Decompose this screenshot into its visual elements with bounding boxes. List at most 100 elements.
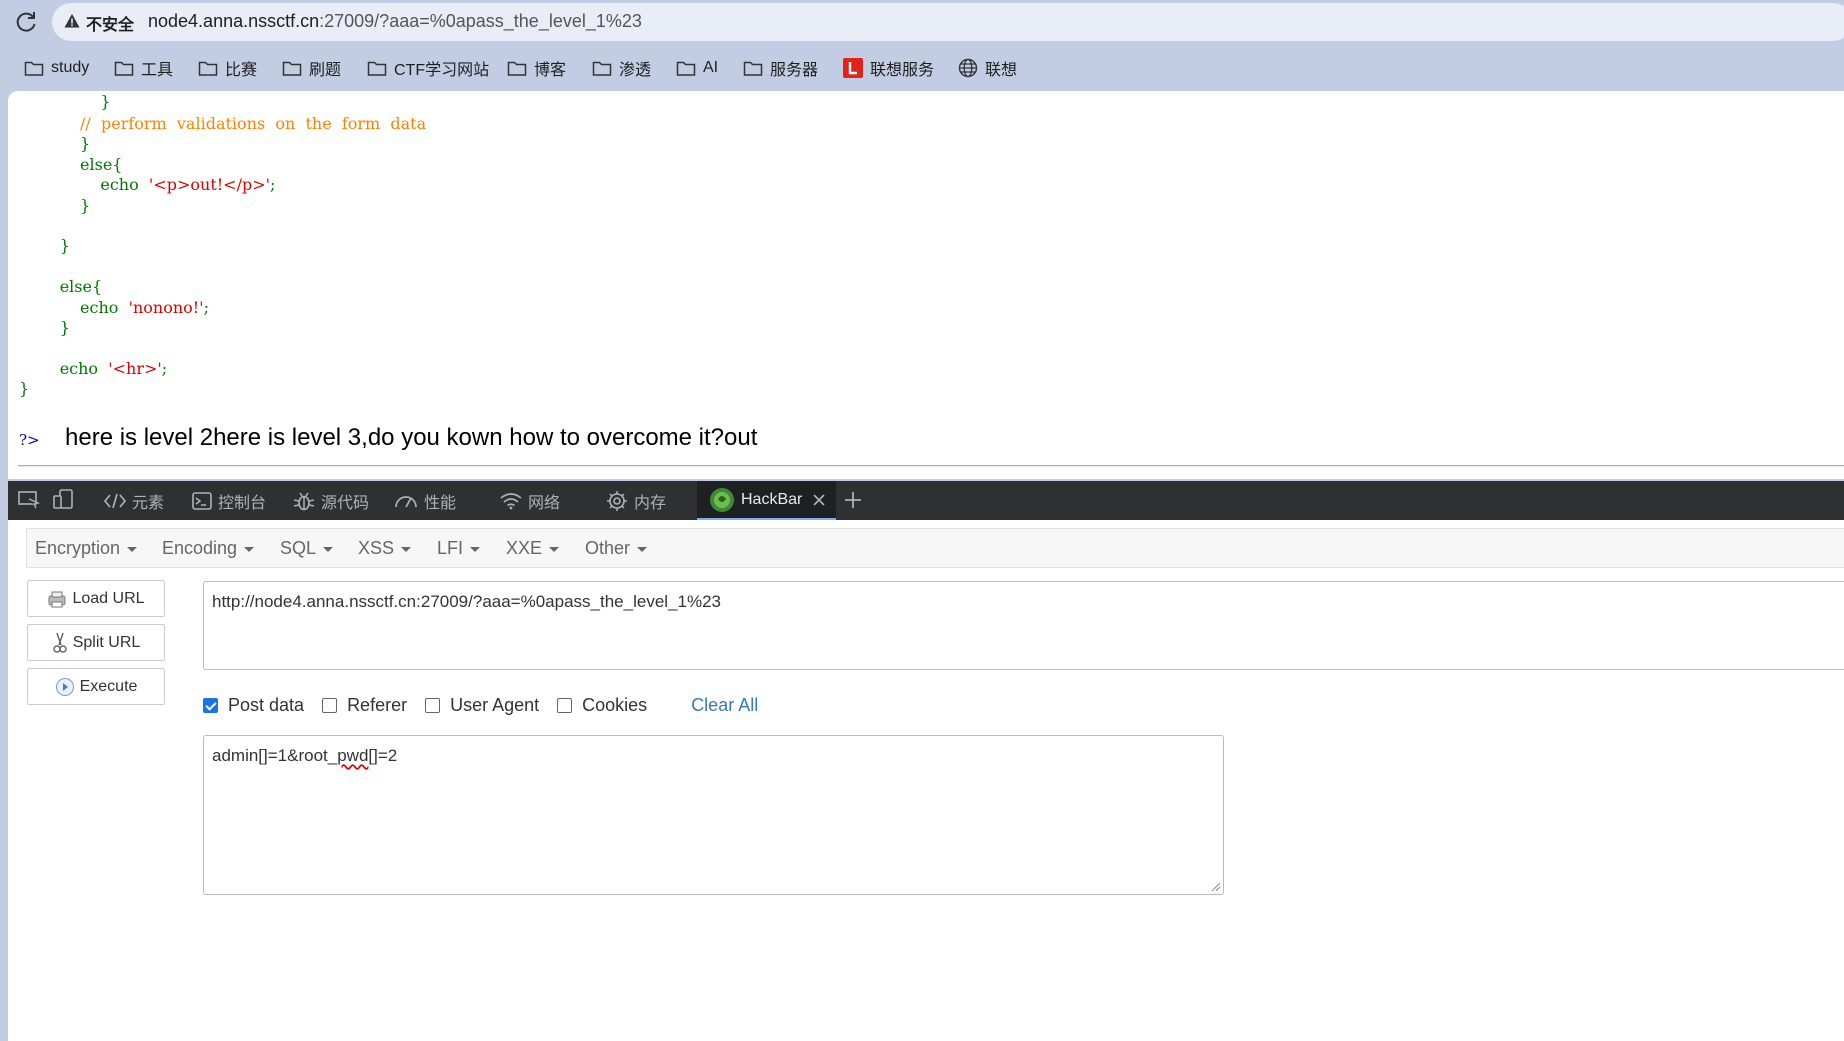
option-checkbox-item[interactable]: User Agent [425,695,539,716]
checkbox[interactable] [203,697,218,713]
bookmark-item[interactable]: 刷题 [282,56,341,80]
hackbar-menu-item[interactable]: Encoding [162,538,255,559]
devtools-tab[interactable]: 网络 [500,481,560,520]
option-checkbox-item[interactable]: Cookies [557,695,647,716]
code-line: echo 'nonono!'; [19,298,426,318]
option-checkbox-item[interactable]: Post data [203,695,304,716]
option-label: User Agent [450,694,540,715]
load-url-button[interactable]: Load URL [27,580,165,617]
devtools-tab[interactable]: 源代码 [293,481,369,520]
caret-down-icon [549,547,560,552]
post-data-textarea[interactable]: admin[]=1&root_pwd[]=2 [203,735,1224,895]
devtools-tab-label: 性能 [424,494,457,512]
code-line: echo '<p>out!</p>'; [19,175,426,195]
caret-down-icon [637,547,648,552]
post-data-suffix: []=2 [368,746,398,765]
option-checkbox-item[interactable]: Referer [322,695,407,716]
resize-handle-icon[interactable] [1211,882,1221,892]
php-close-tag: ?> [19,431,40,449]
code-token: echo [80,297,129,317]
devtools-tab[interactable]: 内存 [606,481,666,520]
devtools-tab-label: 网络 [528,494,561,512]
load-icon [48,591,66,607]
bookmark-item[interactable]: 联想服务 [843,56,934,80]
code-line: } [19,92,426,114]
devtools-tab[interactable]: 控制台 [192,481,266,520]
folder-icon [676,61,696,76]
console-icon [192,491,212,510]
hackbar-menu-label: SQL [280,538,317,558]
reload-icon[interactable] [13,9,39,35]
insecure-label[interactable]: 不安全 [86,11,134,35]
checkbox[interactable] [425,697,441,713]
url-textarea[interactable]: http://node4.anna.nssctf.cn:27009/?aaa=%… [203,581,1844,670]
device-toggle-icon[interactable] [53,489,75,511]
code-token: // perform validations on the form data [80,114,427,133]
hackbar-menu-label: Encoding [162,538,238,558]
devtools-tab[interactable]: 元素 [104,481,164,520]
bookmark-label: 联想 [985,62,1018,79]
devtools-tab-label: 控制台 [218,494,267,512]
caret-down-icon [244,547,255,552]
page-output-text: here is level 2here is level 3,do you ko… [65,424,758,451]
folder-icon [282,61,302,76]
code-icon [104,493,126,508]
code-token: } [100,92,111,111]
hackbar-menu-item[interactable]: SQL [280,538,334,559]
bookmark-item[interactable]: 工具 [114,56,173,80]
folder-icon [507,61,527,76]
bookmark-label: 博客 [534,62,567,79]
chip-icon [607,490,627,511]
split-url-button[interactable]: Split URL [27,624,165,661]
code-line: // perform validations on the form data [19,114,426,134]
option-label: Cookies [582,694,648,715]
bookmark-item[interactable]: 比赛 [198,56,257,80]
hackbar-menu-item[interactable]: LFI [437,538,481,559]
bookmark-item[interactable]: AI [676,56,718,80]
checkbox[interactable] [322,697,338,713]
bookmark-label: 联想服务 [870,62,935,79]
page-content: } // perform validations on the form dat… [8,91,1844,479]
url-text[interactable]: node4.anna.nssctf.cn:27009/?aaa=%0apass_… [148,11,642,32]
hackbar-menu-item[interactable]: XXE [506,538,560,559]
hackbar-menu-item[interactable]: Encryption [35,538,138,559]
bookmark-label: 比赛 [225,62,258,79]
code-token: } [80,134,91,154]
bookmark-item[interactable]: 博客 [507,56,566,80]
hackbar-menu-label: LFI [437,538,464,558]
bookmark-item[interactable]: 渗透 [592,56,651,80]
clear-all-link[interactable]: Clear All [691,695,758,716]
scissors-icon [52,632,67,653]
hackbar-menu: Encryption Encoding SQL XSS LFI XXE Other [26,528,1844,568]
code-token: echo [59,358,109,378]
warning-icon[interactable] [64,13,80,29]
bookmark-item[interactable]: 联想 [958,56,1017,80]
checkbox[interactable] [557,697,573,713]
bookmarks-bar: study 工具 比赛 刷题 CTF学习网站 博客 渗透 AI 服务器 联想服务 联想 [0,46,1844,90]
inspect-icon[interactable] [18,490,40,510]
tab-hackbar-label: HackBar [741,490,803,508]
add-tab-icon[interactable] [843,490,863,510]
load-url-label: Load URL [72,589,145,607]
hackbar-menu-label: XXE [506,538,543,558]
bookmark-label: 工具 [141,62,174,79]
hackbar-menu-item[interactable]: Other [585,538,648,559]
caret-down-icon [127,547,138,552]
hackbar-menu-item[interactable]: XSS [358,538,412,559]
bookmark-item[interactable]: study [24,56,89,80]
code-semicolon: ; [270,175,276,195]
code-line: } [19,134,426,154]
code-semicolon: ; [203,297,210,317]
bookmark-item[interactable]: CTF学习网站 [367,56,489,80]
gauge-icon [395,495,417,507]
execute-button[interactable]: Execute [27,668,165,705]
code-line: echo '<hr>'; [19,359,426,379]
devtools-tab[interactable]: 性能 [394,481,456,520]
hackbar-logo-icon [710,487,734,512]
tab-hackbar[interactable]: HackBar [697,481,837,520]
bookmark-item[interactable]: 服务器 [743,56,818,80]
close-icon[interactable] [812,493,826,507]
